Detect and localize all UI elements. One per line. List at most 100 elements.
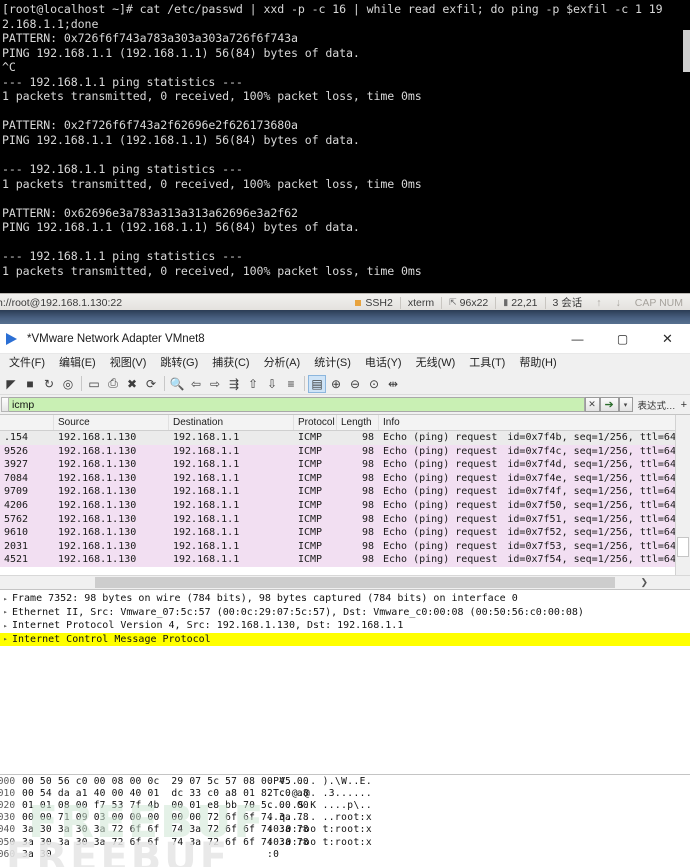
wireshark-toolbar[interactable]: ◤ ■ ↻ ◎ ▭ ⎙ ✖ ⟳ 🔍 ⇦ ⇨ ⇶ ⇧ ⇩ ≡ ▤ ⊕ ⊖ ⊙ ⇹ bbox=[0, 373, 690, 395]
filter-apply-button[interactable]: ➔ bbox=[599, 397, 619, 412]
detail-row[interactable]: ▸ Frame 7352: 98 bytes on wire (784 bits)… bbox=[0, 592, 690, 606]
hscroll-right-arrow-icon[interactable]: ❯ bbox=[640, 576, 648, 589]
column-header-length[interactable]: Length bbox=[337, 415, 379, 430]
menu-item-0[interactable]: 文件(F) bbox=[2, 354, 52, 373]
hex-dump-row[interactable]: 0060 3a 30:0 bbox=[0, 848, 690, 860]
minimize-button[interactable]: — bbox=[555, 324, 600, 353]
go-back-icon[interactable]: ⇦ bbox=[187, 375, 205, 393]
hex-dump-row[interactable]: 0010 00 54 da a1 40 00 40 01 dc 33 c0 a8 … bbox=[0, 787, 690, 799]
detail-row[interactable]: ▸ Internet Control Message Protocol bbox=[0, 632, 690, 646]
filter-expression-button[interactable]: 表达式… bbox=[633, 398, 681, 412]
packet-length-cell: 98 bbox=[361, 527, 374, 539]
packet-list-header[interactable]: Source Destination Protocol Length Info bbox=[0, 415, 690, 431]
menu-item-9[interactable]: 工具(T) bbox=[462, 354, 512, 373]
go-last-packet-icon[interactable]: ⇩ bbox=[263, 375, 281, 393]
menu-item-6[interactable]: 统计(S) bbox=[307, 354, 358, 373]
packet-row[interactable]: 4521 192.168.1.130 192.168.1.1 ICMP 98 Echo (… bbox=[0, 553, 690, 567]
packet-row[interactable]: 9526 192.168.1.130 192.168.1.1 ICMP 98 Echo (… bbox=[0, 444, 690, 459]
stop-capture-icon[interactable]: ■ bbox=[21, 375, 39, 393]
save-file-icon[interactable]: ⎙ bbox=[104, 375, 122, 393]
colorize-icon[interactable]: ▤ bbox=[308, 374, 326, 393]
column-header-source[interactable]: Source bbox=[54, 415, 169, 430]
packet-list-horizontal-scrollbar[interactable]: ❯ bbox=[0, 575, 690, 589]
ssh-terminal-window[interactable]: [root@localhost ~]# cat /etc/passwd | xx… bbox=[0, 0, 690, 293]
packet-row[interactable]: 4206 192.168.1.130 192.168.1.1 ICMP 98 Echo (… bbox=[0, 498, 690, 513]
packet-list-hscroll-thumb[interactable] bbox=[95, 577, 615, 588]
packet-row[interactable]: .154 192.168.1.130 192.168.1.1 ICMP 98 Echo (… bbox=[0, 431, 690, 445]
menu-item-1[interactable]: 编辑(E) bbox=[52, 354, 103, 373]
filter-dropdown-button[interactable]: ▾ bbox=[618, 397, 633, 412]
column-header-info[interactable]: Info bbox=[379, 415, 690, 430]
packet-list-pane[interactable]: Source Destination Protocol Length Info .154… bbox=[0, 414, 690, 575]
auto-scroll-icon[interactable]: ≡ bbox=[282, 375, 300, 393]
add-filter-button[interactable]: + bbox=[681, 399, 690, 411]
hex-dump-row[interactable]: 0030 00 00 71 09 03 00 00 00 00 00 72 6f … bbox=[0, 812, 690, 824]
go-to-packet-icon[interactable]: ⇶ bbox=[225, 375, 243, 393]
packet-row[interactable]: 3927 192.168.1.130 192.168.1.1 ICMP 98 Echo (… bbox=[0, 458, 690, 472]
display-filter-bar[interactable]: icmp ✕ ➔ ▾ 表达式… + bbox=[0, 395, 690, 414]
open-file-icon[interactable]: ▭ bbox=[85, 375, 103, 393]
filter-bookmark-icon[interactable] bbox=[1, 397, 9, 412]
packet-row[interactable]: 2031 192.168.1.130 192.168.1.1 ICMP 98 Echo (… bbox=[0, 539, 690, 554]
detail-row[interactable]: ▸ Internet Protocol Version 4, Src: 192.1… bbox=[0, 619, 690, 633]
wireshark-menu-bar[interactable]: 文件(F) 编辑(E) 视图(V) 跳转(G) 捕获(C) 分析(A) 统计(S) 电话(Y)… bbox=[0, 354, 690, 373]
expand-triangle-icon[interactable]: ▸ bbox=[0, 622, 11, 630]
packet-destination-cell: 192.168.1.1 bbox=[173, 472, 240, 484]
packet-list-rows[interactable]: .154 192.168.1.130 192.168.1.1 ICMP 98 Echo (… bbox=[0, 431, 690, 567]
packet-bytes-pane[interactable]: 0000 00 50 56 c0 00 08 00 0c 29 07 5c 57 … bbox=[0, 774, 690, 867]
hex-dump-row[interactable]: 0000 00 50 56 c0 00 08 00 0c 29 07 5c 57 … bbox=[0, 775, 690, 787]
packet-row[interactable]: 7084 192.168.1.130 192.168.1.1 ICMP 98 Echo (… bbox=[0, 471, 690, 486]
maximize-button[interactable]: ▢ bbox=[600, 324, 645, 353]
resize-columns-icon[interactable]: ⇹ bbox=[384, 375, 402, 393]
packet-list-scrollbar-thumb[interactable] bbox=[677, 537, 689, 557]
column-header-destination[interactable]: Destination bbox=[169, 415, 294, 430]
detail-row[interactable]: ▸ Ethernet II, Src: Vmware_07:5c:57 (00:0… bbox=[0, 606, 690, 620]
menu-item-10[interactable]: 帮助(H) bbox=[512, 354, 563, 373]
close-button[interactable]: ✕ bbox=[645, 324, 690, 353]
hex-dump-row[interactable]: 0040 3a 30 3a 30 3a 72 6f 6f 74 3a 72 6f … bbox=[0, 824, 690, 836]
terminal-output[interactable]: [root@localhost ~]# cat /etc/passwd | xx… bbox=[0, 0, 690, 278]
close-file-icon[interactable]: ✖ bbox=[123, 375, 141, 393]
display-filter-input[interactable]: icmp bbox=[9, 397, 585, 412]
column-header-protocol[interactable]: Protocol bbox=[294, 415, 337, 430]
expand-triangle-icon[interactable]: ▸ bbox=[0, 635, 11, 643]
packet-row[interactable]: 5762 192.168.1.130 192.168.1.1 ICMP 98 Echo (… bbox=[0, 512, 690, 527]
wireshark-window[interactable]: *VMware Network Adapter VMnet8 — ▢ ✕ 文件(… bbox=[0, 324, 690, 867]
restart-capture-icon[interactable]: ↻ bbox=[40, 375, 58, 393]
menu-item-3[interactable]: 跳转(G) bbox=[153, 354, 205, 373]
go-forward-icon[interactable]: ⇨ bbox=[206, 375, 224, 393]
packet-protocol-cell: ICMP bbox=[298, 486, 323, 498]
expand-triangle-icon[interactable]: ▸ bbox=[0, 608, 11, 616]
menu-item-5[interactable]: 分析(A) bbox=[257, 354, 308, 373]
zoom-out-icon[interactable]: ⊖ bbox=[346, 375, 364, 393]
capture-options-icon[interactable]: ◎ bbox=[59, 375, 77, 393]
column-header-no[interactable] bbox=[0, 415, 54, 430]
packet-info-cell: Echo (ping) request id=0x7f50, seq=1/256,… bbox=[379, 499, 690, 513]
menu-item-7[interactable]: 电话(Y) bbox=[358, 354, 409, 373]
packet-info-kind: Echo (ping) request bbox=[383, 540, 498, 552]
zoom-reset-icon[interactable]: ⊙ bbox=[365, 375, 383, 393]
terminal-scrollbar[interactable] bbox=[683, 0, 690, 293]
find-packet-icon[interactable]: 🔍 bbox=[168, 375, 186, 393]
menu-item-8[interactable]: 无线(W) bbox=[409, 354, 463, 373]
reload-file-icon[interactable]: ⟳ bbox=[142, 375, 160, 393]
hex-dump-row[interactable]: 0050 3a 30 3a 30 3a 72 6f 6f 74 3a 72 6f … bbox=[0, 836, 690, 848]
menu-item-4[interactable]: 捕获(C) bbox=[205, 354, 256, 373]
go-first-packet-icon[interactable]: ⇧ bbox=[244, 375, 262, 393]
packet-row[interactable]: 9610 192.168.1.130 192.168.1.1 ICMP 98 Echo (… bbox=[0, 526, 690, 540]
menu-item-2[interactable]: 视图(V) bbox=[103, 354, 154, 373]
terminal-scrollbar-thumb[interactable] bbox=[683, 30, 690, 72]
hex-dump-rows[interactable]: 0000 00 50 56 c0 00 08 00 0c 29 07 5c 57 … bbox=[0, 775, 690, 860]
hex-ascii: .....S.K ....p\.. bbox=[267, 799, 372, 811]
detail-row-text: Frame 7352: 98 bytes on wire (784 bits),… bbox=[12, 593, 518, 605]
hex-dump-row[interactable]: 0020 01 01 08 00 f7 53 7f 4b 00 01 e8 bb … bbox=[0, 799, 690, 811]
packet-protocol-cell: ICMP bbox=[298, 513, 323, 525]
filter-clear-button[interactable]: ✕ bbox=[584, 397, 600, 412]
zoom-in-icon[interactable]: ⊕ bbox=[327, 375, 345, 393]
expand-triangle-icon[interactable]: ▸ bbox=[0, 595, 11, 603]
packet-detail-pane[interactable]: ▸ Frame 7352: 98 bytes on wire (784 bits)… bbox=[0, 589, 690, 664]
packet-row[interactable]: 9709 192.168.1.130 192.168.1.1 ICMP 98 Echo (… bbox=[0, 485, 690, 499]
start-capture-icon[interactable]: ◤ bbox=[2, 375, 20, 393]
packet-list-vertical-scrollbar[interactable] bbox=[675, 415, 690, 575]
